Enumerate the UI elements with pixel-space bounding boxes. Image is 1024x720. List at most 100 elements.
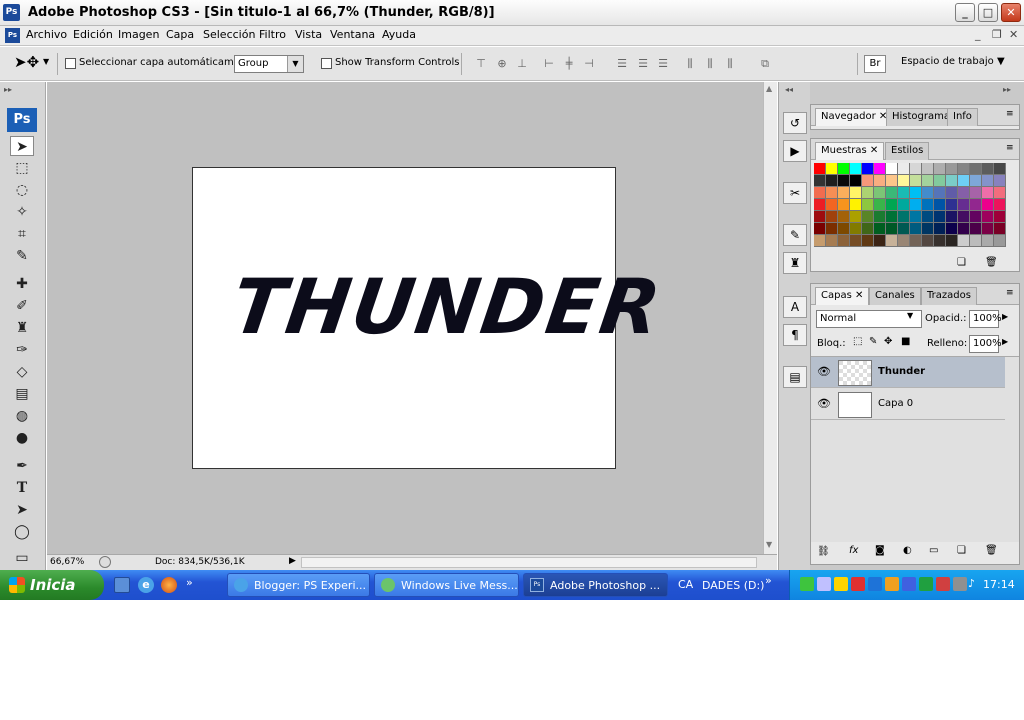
color-swatch[interactable]: [946, 187, 958, 199]
align-right-icon[interactable]: ⊣: [579, 57, 599, 71]
fill-field[interactable]: 100%: [969, 335, 1002, 353]
link-layers-icon[interactable]: ⛓: [817, 546, 830, 557]
tab-histograma[interactable]: Histograma: [886, 108, 957, 126]
eraser-tool-icon[interactable]: ◇: [10, 362, 34, 382]
color-swatch[interactable]: [994, 187, 1006, 199]
distribute-left-icon[interactable]: ⫼: [680, 57, 700, 71]
color-swatch[interactable]: [826, 235, 838, 247]
lasso-tool-icon[interactable]: ◌: [10, 180, 34, 200]
doc-close-button[interactable]: ✕: [1009, 28, 1018, 41]
horizontal-scrollbar[interactable]: [301, 557, 757, 568]
align-vcenter-icon[interactable]: ⊕: [492, 57, 512, 71]
chevron-down-icon[interactable]: ▼: [287, 56, 303, 72]
color-swatch[interactable]: [898, 187, 910, 199]
color-swatch[interactable]: [838, 211, 850, 223]
color-swatch[interactable]: [934, 187, 946, 199]
color-swatch[interactable]: [982, 163, 994, 175]
color-swatch[interactable]: [910, 187, 922, 199]
panel-menu-icon[interactable]: ≡: [1006, 288, 1014, 298]
color-swatch[interactable]: [910, 235, 922, 247]
messenger-status-icon[interactable]: [800, 577, 814, 591]
color-swatch[interactable]: [982, 187, 994, 199]
delete-layer-icon[interactable]: 🗑: [985, 545, 998, 556]
color-swatch[interactable]: [922, 199, 934, 211]
color-swatch[interactable]: [886, 175, 898, 187]
color-swatch[interactable]: [958, 211, 970, 223]
color-swatch[interactable]: [910, 223, 922, 235]
color-swatch[interactable]: [874, 211, 886, 223]
color-swatch[interactable]: [898, 211, 910, 223]
slice-tool-icon[interactable]: ✎: [10, 246, 34, 266]
crop-tool-icon[interactable]: ⌗: [10, 224, 34, 244]
color-swatch[interactable]: [886, 163, 898, 175]
task-messenger[interactable]: Windows Live Mess...: [374, 573, 519, 597]
new-swatch-icon[interactable]: ❏: [957, 257, 966, 268]
scroll-down-icon[interactable]: ▼: [766, 540, 772, 549]
color-swatch[interactable]: [958, 163, 970, 175]
layer-row-thunder[interactable]: 👁 Thunder: [811, 357, 1005, 388]
layer-mask-icon[interactable]: ◙: [875, 545, 885, 556]
distribute-vcenter-icon[interactable]: ☰: [633, 57, 653, 71]
opacity-arrow-icon[interactable]: ▶: [1002, 312, 1008, 321]
color-swatch[interactable]: [970, 211, 982, 223]
chevron-down-icon[interactable]: ▼: [43, 57, 49, 66]
color-swatch[interactable]: [970, 235, 982, 247]
color-swatch[interactable]: [886, 211, 898, 223]
color-swatch[interactable]: [862, 235, 874, 247]
panel-menu-icon[interactable]: ≡: [1006, 143, 1014, 153]
align-top-icon[interactable]: ⊤: [471, 57, 491, 71]
color-swatch[interactable]: [970, 187, 982, 199]
color-swatch[interactable]: [862, 163, 874, 175]
start-button[interactable]: Inicia: [0, 570, 104, 600]
color-swatch[interactable]: [874, 235, 886, 247]
brush-tool-icon[interactable]: ✐: [10, 296, 34, 316]
tab-muestras[interactable]: Muestras ✕: [815, 142, 885, 160]
color-swatch[interactable]: [886, 199, 898, 211]
color-swatch[interactable]: [922, 175, 934, 187]
menu-ayuda[interactable]: Ayuda: [382, 28, 416, 41]
color-swatch[interactable]: [922, 187, 934, 199]
collapse-icon[interactable]: ▸▸: [1003, 85, 1011, 94]
align-bottom-icon[interactable]: ⊥: [512, 57, 532, 71]
lock-pixels-icon[interactable]: ✎: [869, 336, 877, 347]
color-swatch[interactable]: [850, 163, 862, 175]
internet-explorer-icon[interactable]: e: [138, 577, 154, 593]
bluetooth-icon[interactable]: [868, 577, 882, 591]
tool-presets-panel-icon[interactable]: ✂: [783, 182, 807, 204]
color-swatch[interactable]: [910, 175, 922, 187]
color-swatch[interactable]: [958, 187, 970, 199]
display-icon[interactable]: [919, 577, 933, 591]
color-swatch[interactable]: [862, 199, 874, 211]
color-swatch[interactable]: [970, 163, 982, 175]
chevron-down-icon[interactable]: ▼: [907, 311, 913, 320]
layer-comps-panel-icon[interactable]: ▤: [783, 366, 807, 388]
alert-icon[interactable]: [936, 577, 950, 591]
lock-all-icon[interactable]: ■: [901, 336, 910, 347]
color-swatch[interactable]: [826, 163, 838, 175]
color-swatch[interactable]: [982, 199, 994, 211]
taskbar-more-icon[interactable]: »: [765, 574, 772, 587]
color-swatch[interactable]: [982, 235, 994, 247]
eye-icon[interactable]: 👁: [817, 397, 831, 410]
color-swatch[interactable]: [970, 175, 982, 187]
clock[interactable]: 17:14: [983, 578, 1015, 591]
new-layer-icon[interactable]: ❏: [957, 545, 966, 556]
tab-navegador[interactable]: Navegador ✕: [815, 108, 894, 126]
color-swatch[interactable]: [898, 223, 910, 235]
color-swatch[interactable]: [934, 175, 946, 187]
paragraph-panel-icon[interactable]: ¶: [783, 324, 807, 346]
task-photoshop[interactable]: Ps Adobe Photoshop ...: [523, 573, 668, 597]
color-swatch[interactable]: [982, 211, 994, 223]
color-swatch[interactable]: [934, 211, 946, 223]
opacity-field[interactable]: 100%: [969, 310, 1002, 328]
shape-tool-icon[interactable]: ◯: [10, 522, 34, 542]
color-swatch[interactable]: [838, 187, 850, 199]
color-swatch[interactable]: [826, 175, 838, 187]
color-swatch[interactable]: [886, 235, 898, 247]
volume-icon[interactable]: ♪: [968, 577, 975, 590]
fill-arrow-icon[interactable]: ▶: [1002, 337, 1008, 346]
color-swatch[interactable]: [814, 163, 826, 175]
path-selection-tool-icon[interactable]: ➤: [10, 500, 34, 520]
color-swatch[interactable]: [838, 163, 850, 175]
color-swatch[interactable]: [850, 223, 862, 235]
